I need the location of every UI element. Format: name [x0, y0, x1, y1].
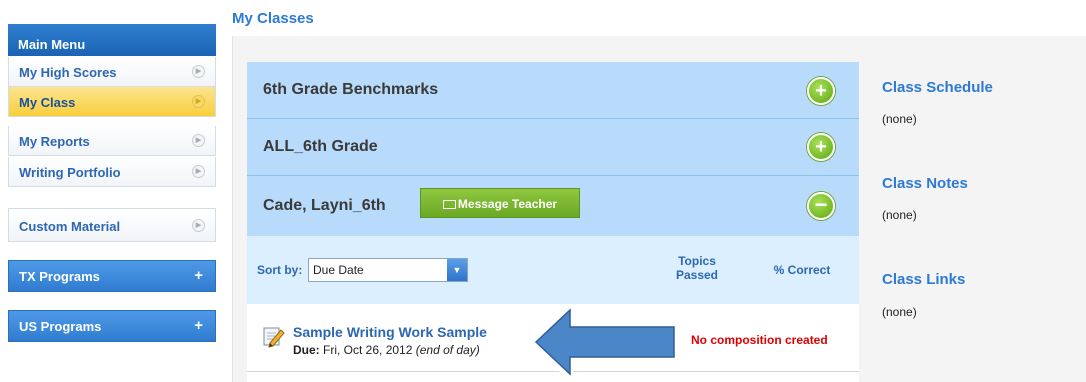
class-schedule-title: Class Schedule — [882, 79, 993, 96]
menu-item-label: Custom Material — [19, 219, 121, 234]
class-row-cade-layni-6th[interactable]: Cade, Layni_6th Message Teacher − — [247, 176, 859, 236]
menu-item-label: Writing Portfolio — [19, 165, 121, 180]
due-label: Due: — [293, 343, 320, 357]
main-menu-header: Main Menu — [8, 24, 216, 56]
sort-bar: Sort by: Due Date ▼ Topics Passed % Corr… — [247, 236, 859, 304]
chevron-right-icon: ▶ — [192, 165, 205, 178]
chevron-down-icon[interactable]: ▼ — [447, 259, 467, 281]
expand-plus-icon[interactable]: + — [807, 133, 835, 161]
menu-item-my-high-scores[interactable]: My High Scores ▶ — [8, 57, 216, 87]
class-row-6th-grade-benchmarks[interactable]: 6th Grade Benchmarks + — [247, 62, 859, 119]
class-name: 6th Grade Benchmarks — [263, 81, 439, 98]
due-date: Fri, Oct 26, 2012 — [323, 343, 413, 357]
menu-item-my-reports[interactable]: My Reports ▶ — [8, 126, 216, 156]
menu-item-label: TX Programs — [19, 269, 100, 284]
class-row-all-6th-grade[interactable]: ALL_6th Grade + — [247, 119, 859, 176]
message-teacher-label: Message Teacher — [457, 197, 558, 211]
collapse-minus-icon[interactable]: − — [807, 192, 835, 220]
class-notes-value: (none) — [882, 208, 917, 222]
plus-icon: + — [194, 267, 203, 284]
menu-item-custom-material[interactable]: Custom Material ▶ — [8, 208, 216, 242]
writing-pencil-icon — [263, 327, 285, 348]
envelope-icon — [442, 200, 456, 209]
chevron-right-icon: ▶ — [192, 134, 205, 147]
assignment-due: Due: Fri, Oct 26, 2012 (end of day) — [293, 343, 480, 357]
page-title: My Classes — [232, 10, 314, 27]
class-notes-title: Class Notes — [882, 175, 968, 192]
class-schedule-value: (none) — [882, 112, 917, 126]
chevron-right-icon: ▶ — [192, 65, 205, 78]
column-header-line: Topics — [678, 254, 716, 268]
menu-item-label: US Programs — [19, 319, 102, 334]
menu-item-label: My Reports — [19, 134, 90, 149]
column-percent-correct: % Correct — [773, 263, 831, 277]
menu-item-writing-portfolio[interactable]: Writing Portfolio ▶ — [8, 157, 216, 187]
sort-select[interactable]: Due Date ▼ — [308, 258, 468, 282]
class-links-title: Class Links — [882, 271, 966, 288]
plus-icon: + — [194, 317, 203, 334]
class-name: Cade, Layni_6th — [263, 197, 386, 214]
due-note: (end of day) — [415, 343, 480, 357]
menu-item-label: My Class — [19, 95, 76, 110]
composition-status: No composition created — [691, 333, 828, 347]
menu-item-my-class[interactable]: My Class ▶ — [8, 87, 216, 117]
sort-label: Sort by: — [257, 263, 303, 277]
expand-plus-icon[interactable]: + — [807, 77, 835, 105]
menu-item-label: My High Scores — [19, 65, 117, 80]
menu-tx-programs[interactable]: TX Programs + — [8, 260, 216, 292]
column-header-line: Passed — [675, 268, 719, 282]
sort-select-value: Due Date — [313, 263, 364, 277]
class-links-value: (none) — [882, 305, 917, 319]
assignment-title-link[interactable]: Sample Writing Work Sample — [293, 324, 487, 340]
class-name: ALL_6th Grade — [263, 138, 378, 155]
chevron-right-icon: ▶ — [192, 219, 205, 232]
chevron-right-icon: ▶ — [192, 95, 205, 108]
message-teacher-button[interactable]: Message Teacher — [420, 188, 580, 218]
menu-us-programs[interactable]: US Programs + — [8, 310, 216, 342]
annotation-arrow-left-icon — [531, 304, 679, 380]
column-topics-passed: Topics Passed — [667, 254, 727, 282]
